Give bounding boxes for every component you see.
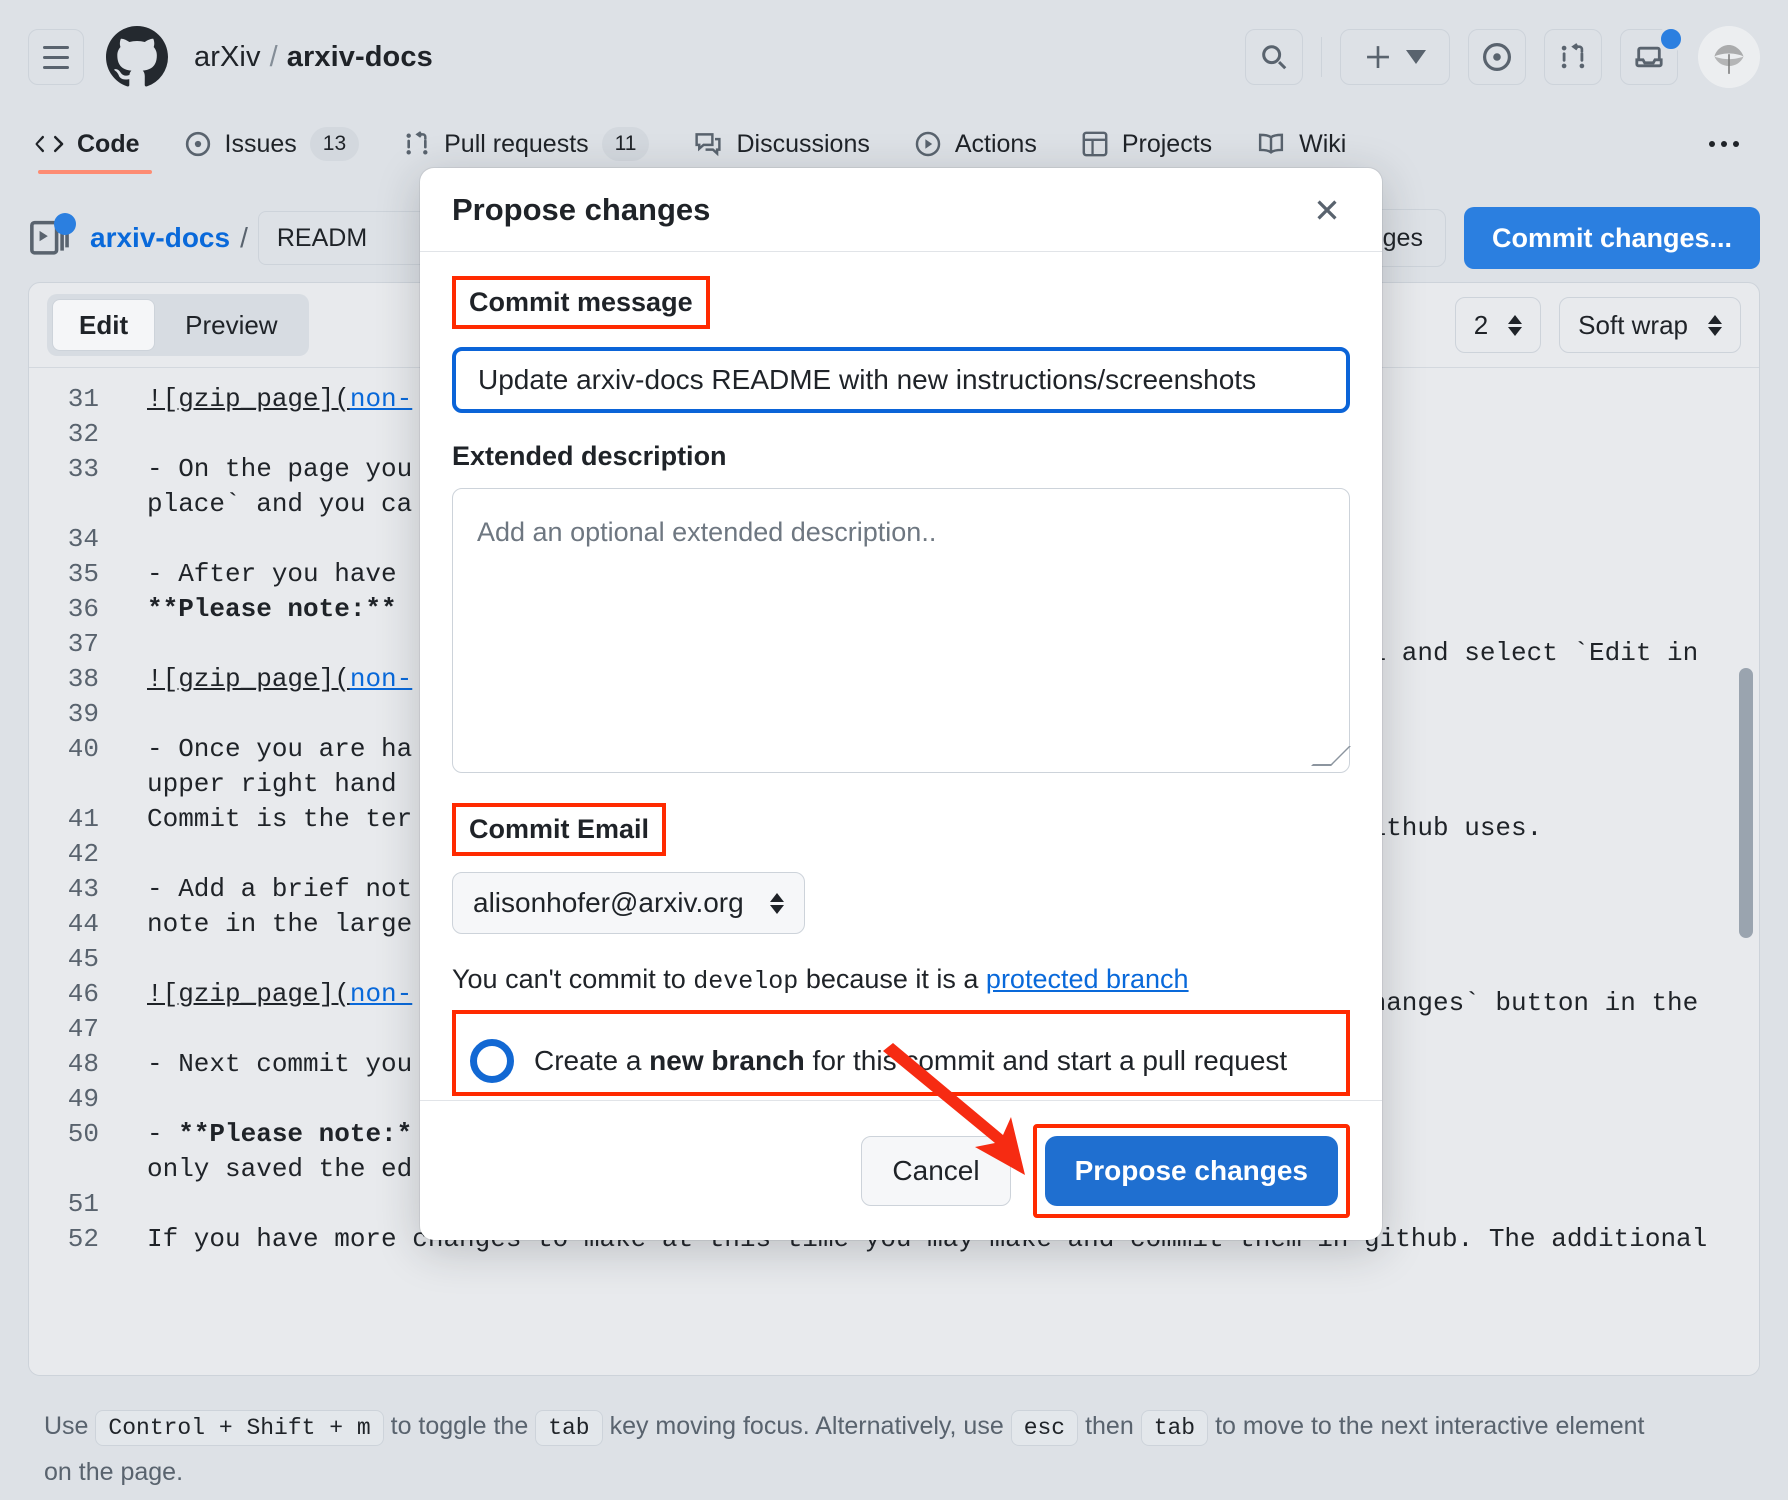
dialog-title: Propose changes [452,192,710,228]
dialog-body: Commit message Update arxiv-docs README … [420,252,1382,1100]
commit-message-label-highlight: Commit message [452,276,710,329]
protected-branch-link[interactable]: protected branch [986,964,1189,994]
protected-branch-notice: You can't commit to develop because it i… [452,964,1350,996]
radio-text-bold: new branch [649,1045,805,1076]
commit-email-value: alisonhofer@arxiv.org [473,887,744,919]
propose-changes-dialog: Propose changes Commit message Update ar… [420,168,1382,1240]
notice-prefix: You can't commit to [452,964,693,994]
commit-email-select[interactable]: alisonhofer@arxiv.org [452,872,805,934]
dialog-footer: Cancel Propose changes [420,1100,1382,1240]
extended-description-textarea[interactable]: Add an optional extended description.. [452,488,1350,773]
radio-text-2: for this commit and start a pull request [805,1045,1287,1076]
select-updown-icon [770,893,784,914]
notice-middle: because it is a [798,964,986,994]
dialog-header: Propose changes [420,168,1382,252]
resize-grip-icon[interactable] [1311,746,1351,766]
notice-branch-name: develop [693,967,798,996]
propose-changes-button[interactable]: Propose changes [1045,1136,1338,1206]
extended-description-label: Extended description [452,441,1350,472]
cancel-button[interactable]: Cancel [861,1136,1010,1206]
propose-changes-button-highlight: Propose changes [1033,1124,1350,1218]
commit-email-label: Commit Email [469,814,649,845]
new-branch-radio-row[interactable]: Create a new branch for this commit and … [456,1030,1346,1092]
radio-selected-icon[interactable] [470,1039,514,1083]
commit-message-input[interactable]: Update arxiv-docs README with new instru… [452,347,1350,413]
radio-text-1: Create a [534,1045,649,1076]
close-icon[interactable] [1304,187,1350,233]
new-branch-radio-label: Create a new branch for this commit and … [534,1045,1287,1077]
commit-email-label-highlight: Commit Email [452,803,666,856]
extended-description-placeholder: Add an optional extended description.. [477,517,936,547]
commit-message-label: Commit message [469,287,693,318]
new-branch-option-highlight: Create a new branch for this commit and … [452,1010,1350,1096]
